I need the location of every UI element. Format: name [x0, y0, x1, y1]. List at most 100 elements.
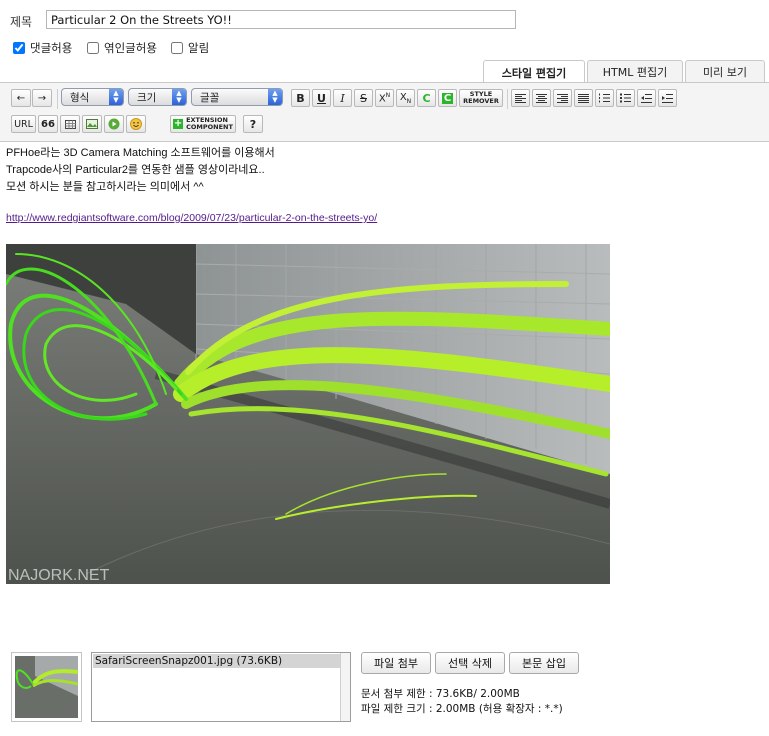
toolbar-divider [57, 89, 58, 109]
superscript-icon: XN [379, 92, 390, 104]
style-remover-button[interactable]: STYLE REMOVER [459, 89, 503, 107]
unordered-list-button[interactable] [616, 89, 635, 107]
tab-preview[interactable]: 미리 보기 [685, 60, 765, 83]
file-size-limit-text: 파일 제한 크기 : 2.00MB (허용 확장자 : *.*) [361, 703, 563, 715]
underline-icon: U [317, 91, 326, 105]
superscript-letter: X [378, 93, 386, 105]
strikethrough-button[interactable]: S [354, 89, 373, 107]
title-input[interactable] [46, 10, 516, 29]
allow-comments-option[interactable]: 댓글허용 [13, 40, 72, 56]
notify-label: 알림 [188, 41, 210, 55]
bold-button[interactable]: B [291, 89, 310, 107]
strikethrough-icon: S [360, 91, 367, 105]
smiley-icon [130, 118, 142, 130]
quote-icon: 66 [41, 118, 55, 130]
redo-icon: → [37, 92, 47, 104]
format-select[interactable]: 형식 ▲ ▼ [61, 88, 124, 106]
ordered-list-icon [599, 93, 610, 103]
insert-emoticon-button[interactable] [126, 115, 146, 133]
bold-icon: B [296, 91, 305, 105]
align-left-button[interactable] [511, 89, 530, 107]
size-select[interactable]: 크기 ▲ ▼ [128, 88, 187, 106]
allow-trackback-option[interactable]: 엮인글허용 [87, 40, 157, 56]
extension-component-label: EXTENSION COMPONENT [186, 117, 233, 131]
align-justify-button[interactable] [574, 89, 593, 107]
unordered-list-icon [620, 93, 631, 103]
attach-file-button[interactable]: 파일 첨부 [361, 652, 431, 674]
updown-arrow-icon: ▲ ▼ [268, 89, 282, 105]
updown-arrow-icon: ▲ ▼ [109, 89, 123, 105]
allow-trackback-checkbox[interactable] [87, 42, 99, 54]
updown-arrow-icon: ▲ ▼ [172, 89, 186, 105]
underline-button[interactable]: U [312, 89, 331, 107]
superscript-button[interactable]: XN [375, 89, 394, 107]
url-icon: URL [14, 118, 33, 130]
superscript-mark: N [385, 91, 391, 99]
subscript-icon: XN [400, 92, 411, 105]
notify-checkbox[interactable] [171, 42, 183, 54]
delete-selected-button[interactable]: 선택 삭제 [435, 652, 505, 674]
ordered-list-button[interactable] [595, 89, 614, 107]
insert-media-button[interactable] [104, 115, 124, 133]
tab-html-editor-label: HTML 편집기 [602, 66, 668, 79]
thumbnail-image [15, 656, 78, 718]
attachment-file-list[interactable]: SafariScreenSnapz001.jpg (73.6KB) [91, 652, 351, 722]
notify-option[interactable]: 알림 [171, 40, 209, 56]
toolbar-divider [507, 89, 508, 109]
insert-image-button[interactable] [82, 115, 102, 133]
content-link[interactable]: http://www.redgiantsoftware.com/blog/200… [6, 212, 377, 224]
tab-style-editor-label: 스타일 편집기 [501, 66, 567, 80]
help-icon: ? [249, 117, 257, 131]
content-line: Trapcode사의 Particular2를 연동한 샘플 영상이라네요.. [6, 164, 265, 176]
tab-style-editor[interactable]: 스타일 편집기 [483, 60, 585, 84]
play-media-icon [108, 118, 120, 130]
allow-trackback-label: 엮인글허용 [104, 41, 157, 55]
url-button[interactable]: URL [11, 115, 36, 133]
extension-label-bottom: COMPONENT [186, 123, 233, 131]
undo-button[interactable]: ← [11, 89, 31, 107]
text-color-button[interactable]: C [417, 89, 436, 107]
font-select[interactable]: 글꼴 ▲ ▼ [191, 88, 283, 106]
title-label: 제목 [10, 15, 33, 29]
italic-icon: I [340, 91, 345, 105]
image-watermark: NAJORK.NET [8, 567, 110, 584]
editor-toolbar: ← → 형식 ▲ ▼ 크기 ▲ ▼ 글꼴 ▲ ▼ B U I S XN XN C C … [0, 82, 769, 142]
file-list-scrollbar[interactable] [340, 653, 350, 721]
outdent-icon [641, 93, 652, 103]
allow-comments-checkbox[interactable] [13, 42, 25, 54]
align-left-icon [515, 93, 526, 103]
subscript-mark: N [406, 97, 412, 105]
text-color-icon: C [422, 91, 431, 105]
content-line: 모션 하시는 분들 참고하시라는 의미에서 ^^ [6, 181, 204, 193]
particles-street-image: NAJORK.NET [6, 244, 610, 584]
indent-icon [662, 93, 673, 103]
allow-comments-label: 댓글허용 [30, 41, 73, 55]
italic-button[interactable]: I [333, 89, 352, 107]
align-center-button[interactable] [532, 89, 551, 107]
insert-table-button[interactable] [60, 115, 80, 133]
format-select-label: 형식 [70, 91, 90, 104]
align-justify-icon [578, 93, 589, 103]
font-select-label: 글꼴 [200, 91, 220, 104]
blockquote-button[interactable]: 66 [38, 115, 58, 133]
attachment-file-item[interactable]: SafariScreenSnapz001.jpg (73.6KB) [93, 654, 340, 668]
tab-html-editor[interactable]: HTML 편집기 [587, 60, 683, 83]
outdent-button[interactable] [637, 89, 656, 107]
size-select-label: 크기 [137, 91, 157, 104]
background-color-icon: C [441, 92, 454, 104]
insert-into-body-button[interactable]: 본문 삽입 [509, 652, 579, 674]
help-button[interactable]: ? [243, 115, 263, 133]
redo-button[interactable]: → [32, 89, 52, 107]
align-right-button[interactable] [553, 89, 572, 107]
extension-plus-icon: + [173, 118, 184, 129]
subscript-letter: X [399, 91, 407, 103]
indent-button[interactable] [658, 89, 677, 107]
undo-icon: ← [16, 92, 26, 104]
subscript-button[interactable]: XN [396, 89, 415, 107]
image-icon [86, 119, 98, 129]
embedded-video-image[interactable]: NAJORK.NET [6, 244, 610, 584]
extension-component-button[interactable]: + EXTENSION COMPONENT [170, 115, 236, 133]
tab-preview-label: 미리 보기 [703, 66, 747, 79]
attachment-thumbnail[interactable] [11, 652, 82, 722]
background-color-button[interactable]: C [438, 89, 457, 107]
